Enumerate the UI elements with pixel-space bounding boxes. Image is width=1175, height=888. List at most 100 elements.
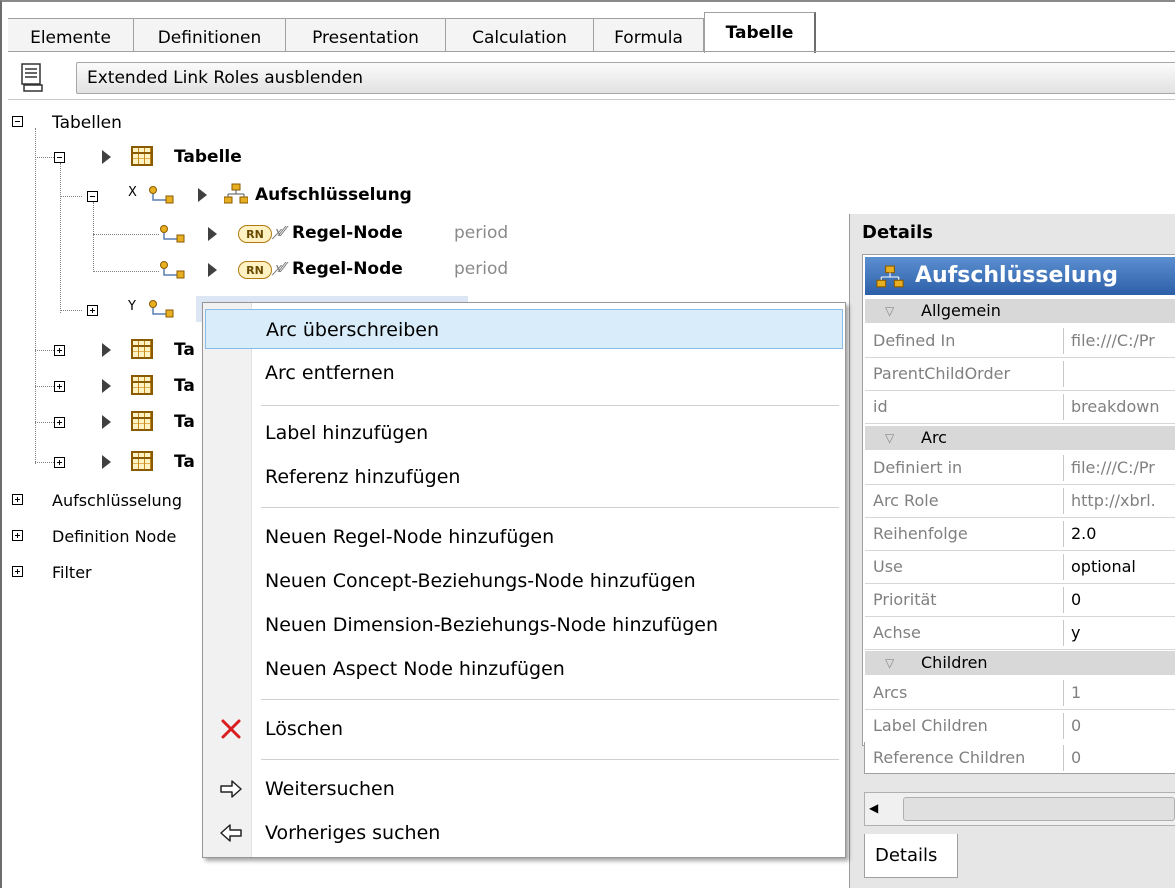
- section-label: Allgemein: [921, 301, 1001, 320]
- details-key: Reihenfolge: [873, 524, 968, 543]
- section-children[interactable]: ▽ Children: [865, 651, 1175, 675]
- expand-toggle[interactable]: [54, 457, 65, 468]
- tree-item-tabelle-collapsed[interactable]: Ta: [174, 371, 195, 401]
- menu-item-referenz-hinzufuegen[interactable]: Referenz hinzufügen: [205, 457, 843, 497]
- details-value[interactable]: 0: [1071, 710, 1081, 742]
- expand-arrow-icon[interactable]: [102, 455, 111, 469]
- details-value[interactable]: 1: [1071, 677, 1081, 709]
- scroll-thumb[interactable]: [903, 797, 1175, 821]
- expand-arrow-icon[interactable]: [198, 188, 207, 202]
- tree-section-filter[interactable]: Filter: [52, 558, 92, 588]
- extended-link-roles-button[interactable]: Extended Link Roles ausblenden: [76, 62, 1175, 94]
- tab-presentation[interactable]: Presentation: [286, 18, 446, 52]
- expand-toggle[interactable]: [87, 305, 98, 316]
- menu-item-neuen-concept-node[interactable]: Neuen Concept-Beziehungs-Node hinzufügen: [205, 561, 843, 601]
- delete-icon: [221, 719, 241, 739]
- tab-calculation[interactable]: Calculation: [446, 18, 594, 52]
- section-allgemein[interactable]: ▽ Allgemein: [865, 299, 1175, 323]
- tab-formula[interactable]: Formula: [594, 18, 704, 52]
- details-value[interactable]: 2.0: [1071, 518, 1096, 550]
- menu-separator: [261, 699, 839, 700]
- expand-toggle[interactable]: [12, 530, 23, 541]
- expand-toggle[interactable]: [54, 381, 65, 392]
- tree-item-aufschluesselung-x[interactable]: Aufschlüsselung: [255, 180, 412, 210]
- expand-toggle[interactable]: [54, 345, 65, 356]
- tree-item-tabelle-collapsed[interactable]: Ta: [174, 407, 195, 437]
- tree-line: [60, 196, 82, 197]
- menu-item-vorheriges-suchen[interactable]: Vorheriges suchen: [205, 813, 843, 853]
- menu-item-neuen-regel-node[interactable]: Neuen Regel-Node hinzufügen: [205, 517, 843, 557]
- collapse-toggle[interactable]: [54, 152, 65, 163]
- details-value[interactable]: file:///C:/Pr: [1071, 325, 1155, 357]
- tree-line: [93, 234, 159, 235]
- details-value[interactable]: 0: [1071, 742, 1081, 774]
- tree-item-regel-node[interactable]: Regel-Node: [292, 254, 403, 284]
- menu-item-neuen-aspect-node[interactable]: Neuen Aspect Node hinzufügen: [205, 649, 843, 689]
- tree-item-suffix: period: [454, 259, 509, 279]
- details-row: Arcs 1: [865, 677, 1175, 710]
- tree-section-aufschluesselung[interactable]: Aufschlüsselung: [52, 486, 182, 516]
- menu-item-arc-entfernen[interactable]: Arc entfernen: [205, 353, 843, 393]
- details-value[interactable]: optional: [1071, 551, 1136, 583]
- horizontal-scrollbar[interactable]: ◀: [864, 792, 1175, 826]
- tree-root-tabellen[interactable]: Tabellen: [52, 108, 122, 138]
- details-value[interactable]: breakdown: [1071, 391, 1159, 423]
- details-row: Reihenfolge 2.0: [865, 518, 1175, 551]
- tree-section-definition-node[interactable]: Definition Node: [52, 522, 176, 552]
- details-row: Priorität 0: [865, 584, 1175, 617]
- arrow-right-icon: [220, 780, 242, 798]
- menu-item-loeschen[interactable]: Löschen: [205, 709, 843, 749]
- details-row: Definiert in file:///C:/Pr: [865, 452, 1175, 485]
- rule-node-badge: RN: [238, 261, 272, 279]
- tree-item-tabelle-collapsed[interactable]: Ta: [174, 335, 195, 365]
- expand-toggle[interactable]: [12, 494, 23, 505]
- hide-roles-icon[interactable]: [20, 63, 46, 93]
- expand-arrow-icon[interactable]: [208, 263, 217, 277]
- details-key: ParentChildOrder: [873, 364, 1011, 383]
- section-toggle-icon: ▽: [885, 431, 895, 445]
- menu-item-neuen-dimension-node[interactable]: Neuen Dimension-Beziehungs-Node hinzufüg…: [205, 605, 843, 645]
- details-row: Arc Role http://xbrl.: [865, 485, 1175, 518]
- details-row: Defined In file:///C:/Pr: [865, 325, 1175, 358]
- expand-arrow-icon[interactable]: [208, 227, 217, 241]
- expand-arrow-icon[interactable]: [102, 150, 111, 164]
- menu-item-arc-ueberschreiben[interactable]: Arc überschreiben: [205, 309, 843, 349]
- tree-item-tabelle[interactable]: Tabelle: [174, 142, 242, 172]
- collapse-toggle[interactable]: [12, 116, 23, 127]
- tab-tabelle[interactable]: Tabelle: [704, 12, 816, 53]
- no-label-icon: ꭗ⁄⁄: [274, 261, 286, 276]
- collapse-toggle[interactable]: [87, 191, 98, 202]
- tab-definitionen[interactable]: Definitionen: [134, 18, 286, 52]
- menu-item-label: Löschen: [265, 718, 343, 740]
- menu-item-label: Arc entfernen: [265, 362, 395, 384]
- menu-item-weitersuchen[interactable]: Weitersuchen: [205, 769, 843, 809]
- menu-item-label: Weitersuchen: [265, 778, 395, 800]
- expand-arrow-icon[interactable]: [102, 343, 111, 357]
- expand-arrow-icon[interactable]: [102, 415, 111, 429]
- details-value[interactable]: http://xbrl.: [1071, 485, 1156, 517]
- tree-item-tabelle-collapsed[interactable]: Ta: [174, 447, 195, 477]
- menu-item-label-hinzufuegen[interactable]: Label hinzufügen: [205, 413, 843, 453]
- details-panel: Details Aufschlüsselung ▽ Allgemein Defi…: [849, 214, 1175, 888]
- menu-item-label: Neuen Concept-Beziehungs-Node hinzufügen: [265, 570, 696, 592]
- tab-elemente[interactable]: Elemente: [8, 18, 134, 52]
- details-key: id: [873, 397, 888, 416]
- scroll-left-icon[interactable]: ◀: [869, 801, 878, 815]
- details-row: id breakdown: [865, 391, 1175, 424]
- expand-toggle[interactable]: [54, 417, 65, 428]
- menu-item-label: Vorheriges suchen: [265, 822, 441, 844]
- section-arc[interactable]: ▽ Arc: [865, 426, 1175, 450]
- tab-details-bottom[interactable]: Details: [864, 834, 958, 878]
- arc-icon: [160, 225, 185, 243]
- table-icon: [131, 339, 153, 359]
- details-key: Label Children: [873, 716, 988, 735]
- section-toggle-icon: ▽: [885, 656, 895, 670]
- details-value[interactable]: 0: [1071, 584, 1081, 616]
- menu-item-label: Label hinzufügen: [265, 422, 429, 444]
- details-value[interactable]: file:///C:/Pr: [1071, 452, 1155, 484]
- expand-arrow-icon[interactable]: [102, 379, 111, 393]
- expand-toggle[interactable]: [12, 566, 23, 577]
- tree-item-regel-node[interactable]: Regel-Node: [292, 218, 403, 248]
- details-value[interactable]: y: [1071, 617, 1080, 649]
- details-row: ParentChildOrder: [865, 358, 1175, 391]
